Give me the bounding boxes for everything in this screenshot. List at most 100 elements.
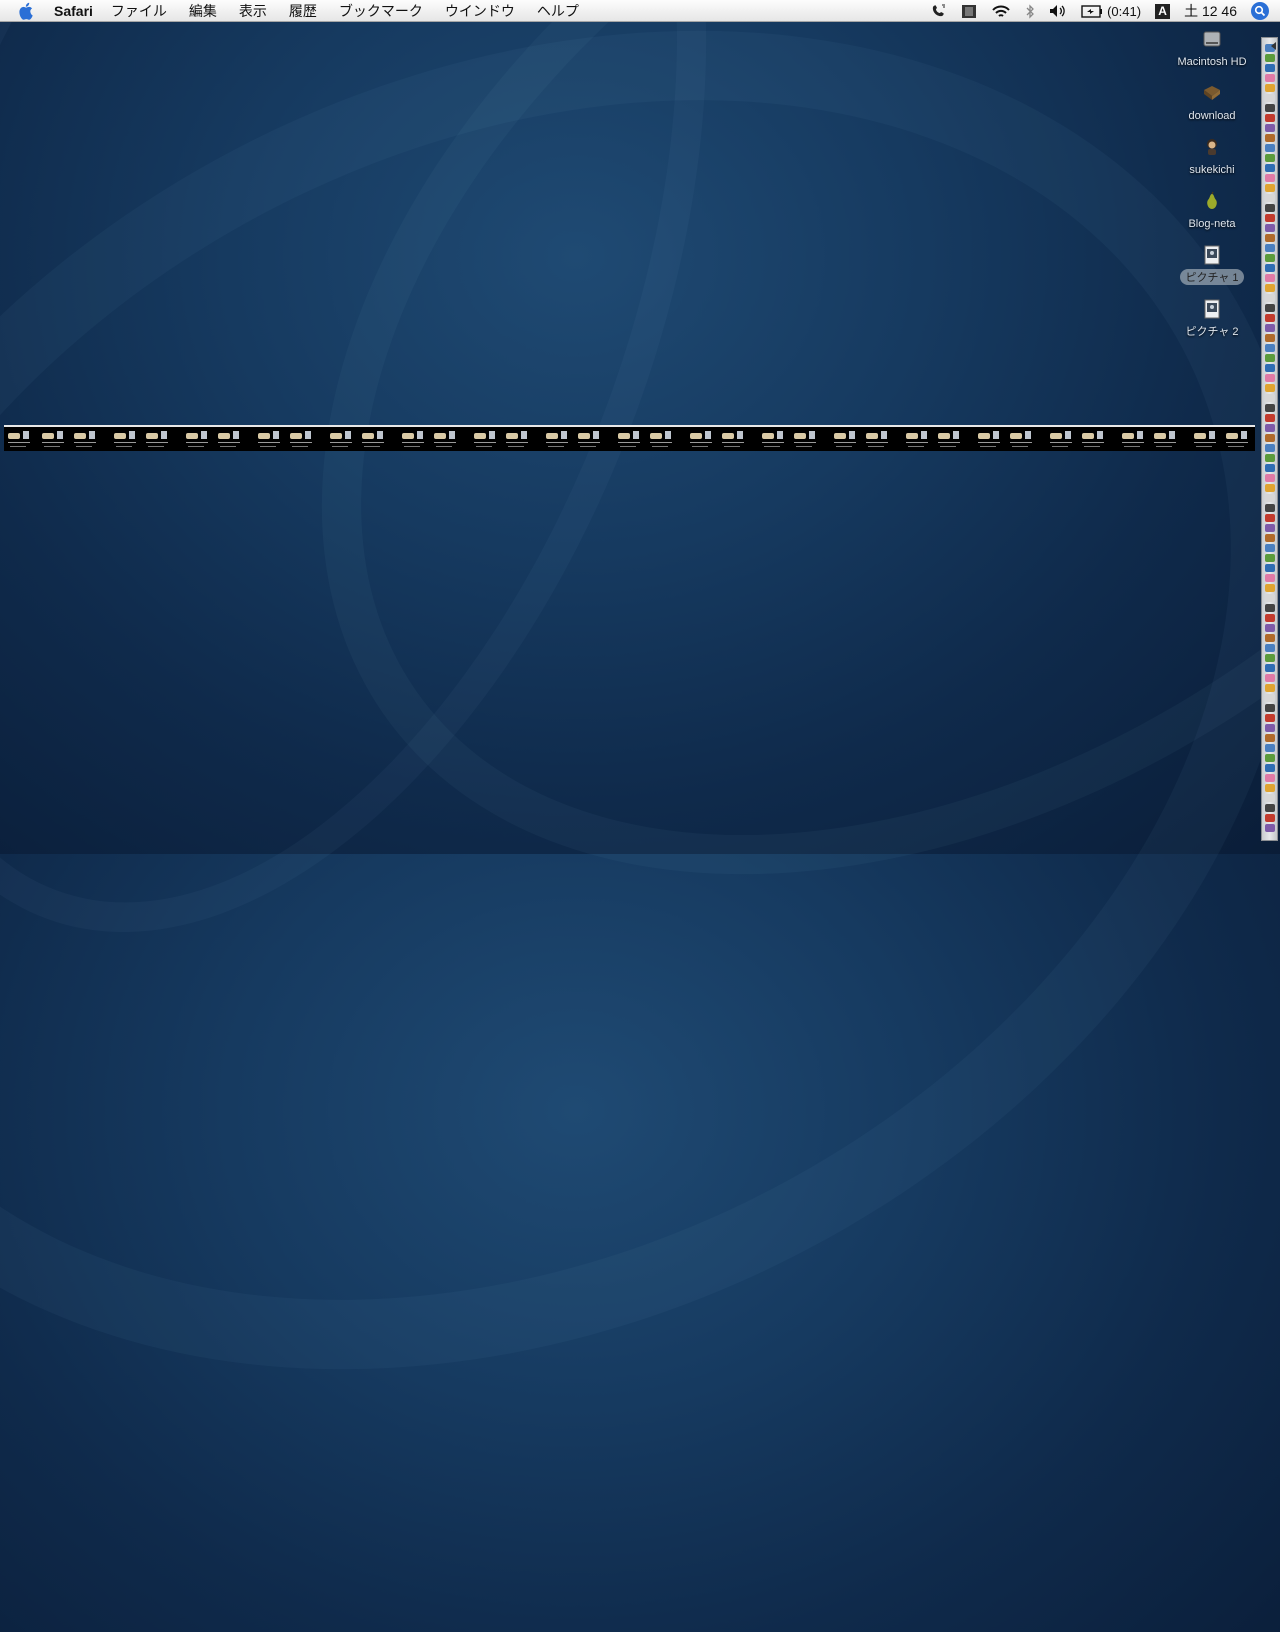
dock-app-icon[interactable] <box>1265 584 1275 592</box>
dock-app-icon[interactable] <box>1265 524 1275 532</box>
dock-app-icon[interactable] <box>1265 794 1275 802</box>
dock-app-icon[interactable] <box>1265 74 1275 82</box>
dock-app-icon[interactable] <box>1265 464 1275 472</box>
dock-app-icon[interactable] <box>1265 714 1275 722</box>
dock-app-icon[interactable] <box>1265 384 1275 392</box>
dock-app-icon[interactable] <box>1265 454 1275 462</box>
dock-app-icon[interactable] <box>1265 424 1275 432</box>
dock-app-icon[interactable] <box>1265 494 1275 502</box>
dock-app-icon[interactable] <box>1265 724 1275 732</box>
dock-app-icon[interactable] <box>1265 564 1275 572</box>
dock-app-icon[interactable] <box>1265 674 1275 682</box>
dock-app-icon[interactable] <box>1265 554 1275 562</box>
dock-app-icon[interactable] <box>1265 804 1275 812</box>
menu-edit[interactable]: 編集 <box>189 1 217 21</box>
thumbnail-strip[interactable] <box>4 425 1255 451</box>
dock-app-icon[interactable] <box>1265 764 1275 772</box>
dock-app-icon[interactable] <box>1265 534 1275 542</box>
dock-app-icon[interactable] <box>1265 754 1275 762</box>
menu-clock[interactable]: 土 12 46 <box>1184 1 1237 21</box>
wifi-icon[interactable] <box>991 4 1011 19</box>
dock-app-icon[interactable] <box>1265 94 1275 102</box>
dock-app-icon[interactable] <box>1265 144 1275 152</box>
dock-app-icon[interactable] <box>1265 364 1275 372</box>
dock-app-icon[interactable] <box>1265 284 1275 292</box>
filmstrip-icon[interactable] <box>961 4 977 19</box>
dock-app-icon[interactable] <box>1265 274 1275 282</box>
dock-collapse-arrow-icon[interactable] <box>1271 42 1276 50</box>
dock-app-icon[interactable] <box>1265 474 1275 482</box>
dock-app-icon[interactable] <box>1265 744 1275 752</box>
dock-app-icon[interactable] <box>1265 334 1275 342</box>
dock-app-icon[interactable] <box>1265 394 1275 402</box>
phone-icon[interactable] <box>931 4 947 18</box>
dock-app-icon[interactable] <box>1265 174 1275 182</box>
dock-app-icon[interactable] <box>1265 344 1275 352</box>
dock-app-icon[interactable] <box>1265 54 1275 62</box>
dock-app-icon[interactable] <box>1265 414 1275 422</box>
dock-app-icon[interactable] <box>1265 824 1275 832</box>
dock-app-icon[interactable] <box>1265 814 1275 822</box>
dock-app-icon[interactable] <box>1265 154 1275 162</box>
dock-app-icon[interactable] <box>1265 264 1275 272</box>
dock-app-icon[interactable] <box>1265 224 1275 232</box>
dock-app-icon[interactable] <box>1265 434 1275 442</box>
bluetooth-icon[interactable] <box>1025 3 1035 19</box>
dock-app-icon[interactable] <box>1265 644 1275 652</box>
menu-help[interactable]: ヘルプ <box>537 1 579 21</box>
dock-app-icon[interactable] <box>1265 634 1275 642</box>
dock-app-icon[interactable] <box>1265 574 1275 582</box>
menu-window[interactable]: ウインドウ <box>445 1 515 21</box>
dock-app-icon[interactable] <box>1265 444 1275 452</box>
dock-app-icon[interactable] <box>1265 124 1275 132</box>
dock-app-icon[interactable] <box>1265 164 1275 172</box>
battery-status[interactable]: (0:41) <box>1081 4 1141 19</box>
dock-app-icon[interactable] <box>1265 314 1275 322</box>
dock-app-icon[interactable] <box>1265 604 1275 612</box>
spotlight-icon[interactable] <box>1251 2 1269 20</box>
dock-app-icon[interactable] <box>1265 594 1275 602</box>
dock-app-icon[interactable] <box>1265 404 1275 412</box>
dock-app-icon[interactable] <box>1265 624 1275 632</box>
dock-app-icon[interactable] <box>1265 484 1275 492</box>
dock-app-icon[interactable] <box>1265 204 1275 212</box>
dock-app-icon[interactable] <box>1265 104 1275 112</box>
dock-app-icon[interactable] <box>1265 544 1275 552</box>
dock-app-icon[interactable] <box>1265 514 1275 522</box>
menu-history[interactable]: 履歴 <box>289 1 317 21</box>
dock-app-icon[interactable] <box>1265 134 1275 142</box>
volume-icon[interactable] <box>1049 4 1067 18</box>
dock-app-icon[interactable] <box>1265 374 1275 382</box>
dock-app-icon[interactable] <box>1265 784 1275 792</box>
apple-menu-icon[interactable] <box>18 2 36 20</box>
dock-app-icon[interactable] <box>1265 734 1275 742</box>
dock-app-icon[interactable] <box>1265 774 1275 782</box>
input-method-menu[interactable]: A <box>1155 3 1171 19</box>
dock-app-icon[interactable] <box>1265 114 1275 122</box>
menu-view[interactable]: 表示 <box>239 1 267 21</box>
dock-app-icon[interactable] <box>1265 664 1275 672</box>
menu-file[interactable]: ファイル <box>111 1 167 21</box>
desktop-icon-sukekichi[interactable]: sukekichi <box>1170 137 1254 178</box>
menu-bookmarks[interactable]: ブックマーク <box>339 1 423 21</box>
dock-app-icon[interactable] <box>1265 84 1275 92</box>
menu-app-name[interactable]: Safari <box>54 3 93 19</box>
dock-app-icon[interactable] <box>1265 64 1275 72</box>
desktop-icon-download[interactable]: download <box>1170 83 1254 124</box>
dock-app-icon[interactable] <box>1265 294 1275 302</box>
desktop-icon-macintosh-hd[interactable]: Macintosh HD <box>1170 29 1254 70</box>
dock-app-icon[interactable] <box>1265 254 1275 262</box>
dock-app-icon[interactable] <box>1265 354 1275 362</box>
dock-app-icon[interactable] <box>1265 704 1275 712</box>
dock-app-icon[interactable] <box>1265 244 1275 252</box>
dock-app-icon[interactable] <box>1265 194 1275 202</box>
dock-app-icon[interactable] <box>1265 654 1275 662</box>
dock-app-icon[interactable] <box>1265 504 1275 512</box>
desktop-icon-picture-1[interactable]: ピクチャ 1 <box>1170 245 1254 286</box>
dock-app-icon[interactable] <box>1265 684 1275 692</box>
dock-app-icon[interactable] <box>1265 614 1275 622</box>
desktop-icon-blog-neta[interactable]: Blog-neta <box>1170 191 1254 232</box>
dock-app-icon[interactable] <box>1265 234 1275 242</box>
dock-app-icon[interactable] <box>1265 694 1275 702</box>
dock-app-icon[interactable] <box>1265 324 1275 332</box>
